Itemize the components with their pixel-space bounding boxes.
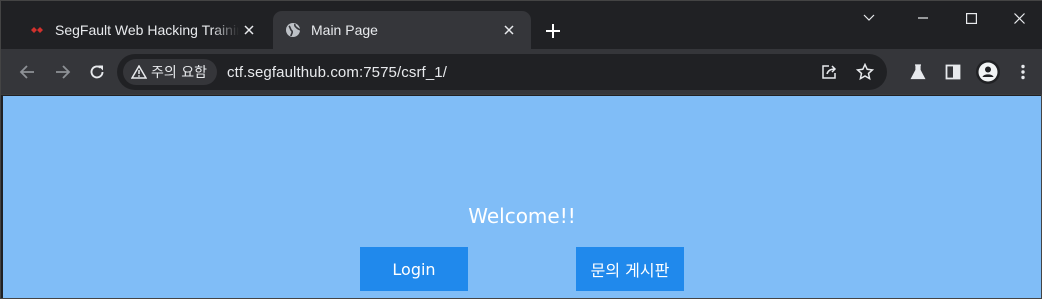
tab-search-button[interactable] <box>851 1 887 35</box>
bookmark-button[interactable] <box>853 60 877 84</box>
share-icon <box>822 65 837 79</box>
reload-button[interactable] <box>85 60 109 84</box>
share-button[interactable] <box>817 60 841 84</box>
browser-toolbar: 주의 요함 ctf.segfaulthub.com:7575/csrf_1/ <box>1 49 1042 95</box>
forward-button[interactable] <box>51 60 75 84</box>
address-bar[interactable]: 주의 요함 ctf.segfaulthub.com:7575/csrf_1/ <box>117 54 887 90</box>
globe-icon <box>285 22 301 38</box>
inquiry-board-button[interactable]: 문의 게시판 <box>576 247 684 291</box>
tab-strip: SegFault Web Hacking Training Main Page <box>1 1 1042 49</box>
plus-icon <box>546 24 560 38</box>
page-content: Welcome!! Login 문의 게시판 <box>3 96 1041 298</box>
reload-icon <box>90 65 104 79</box>
maximize-icon <box>965 12 977 24</box>
chevron-down-icon <box>863 14 875 21</box>
avatar-icon <box>978 62 998 82</box>
tab-main-page[interactable]: Main Page <box>273 11 531 49</box>
segfault-logo-icon <box>29 22 45 38</box>
security-label: 주의 요함 <box>151 65 207 81</box>
maximize-button[interactable] <box>947 1 995 35</box>
flask-icon <box>910 64 926 80</box>
back-button[interactable] <box>15 60 39 84</box>
browser-window: SegFault Web Hacking Training Main Page <box>0 0 1042 299</box>
minimize-button[interactable] <box>899 1 947 35</box>
back-arrow-icon <box>19 65 34 79</box>
close-tab-icon[interactable] <box>499 20 519 40</box>
new-tab-button[interactable] <box>541 19 565 43</box>
menu-button[interactable] <box>1011 60 1035 84</box>
profile-button[interactable] <box>976 60 1000 84</box>
warning-triangle-icon <box>131 65 147 79</box>
tab-title: SegFault Web Hacking Training <box>55 22 239 38</box>
star-icon <box>856 63 874 81</box>
kebab-menu-icon <box>1021 64 1025 80</box>
labs-button[interactable] <box>906 60 930 84</box>
url-text[interactable]: ctf.segfaulthub.com:7575/csrf_1/ <box>227 64 447 81</box>
close-tab-icon[interactable] <box>239 20 259 40</box>
side-panel-icon <box>945 64 961 80</box>
tab-title: Main Page <box>311 22 378 38</box>
side-panel-button[interactable] <box>941 60 965 84</box>
minimize-icon <box>918 17 928 19</box>
login-button[interactable]: Login <box>360 247 468 291</box>
close-icon <box>1013 12 1025 24</box>
forward-arrow-icon <box>56 65 71 79</box>
tab-segfault[interactable]: SegFault Web Hacking Training <box>17 11 271 49</box>
close-window-button[interactable] <box>995 1 1042 35</box>
window-controls <box>851 1 1042 35</box>
welcome-heading: Welcome!! <box>468 204 576 228</box>
security-chip[interactable]: 주의 요함 <box>123 59 217 85</box>
